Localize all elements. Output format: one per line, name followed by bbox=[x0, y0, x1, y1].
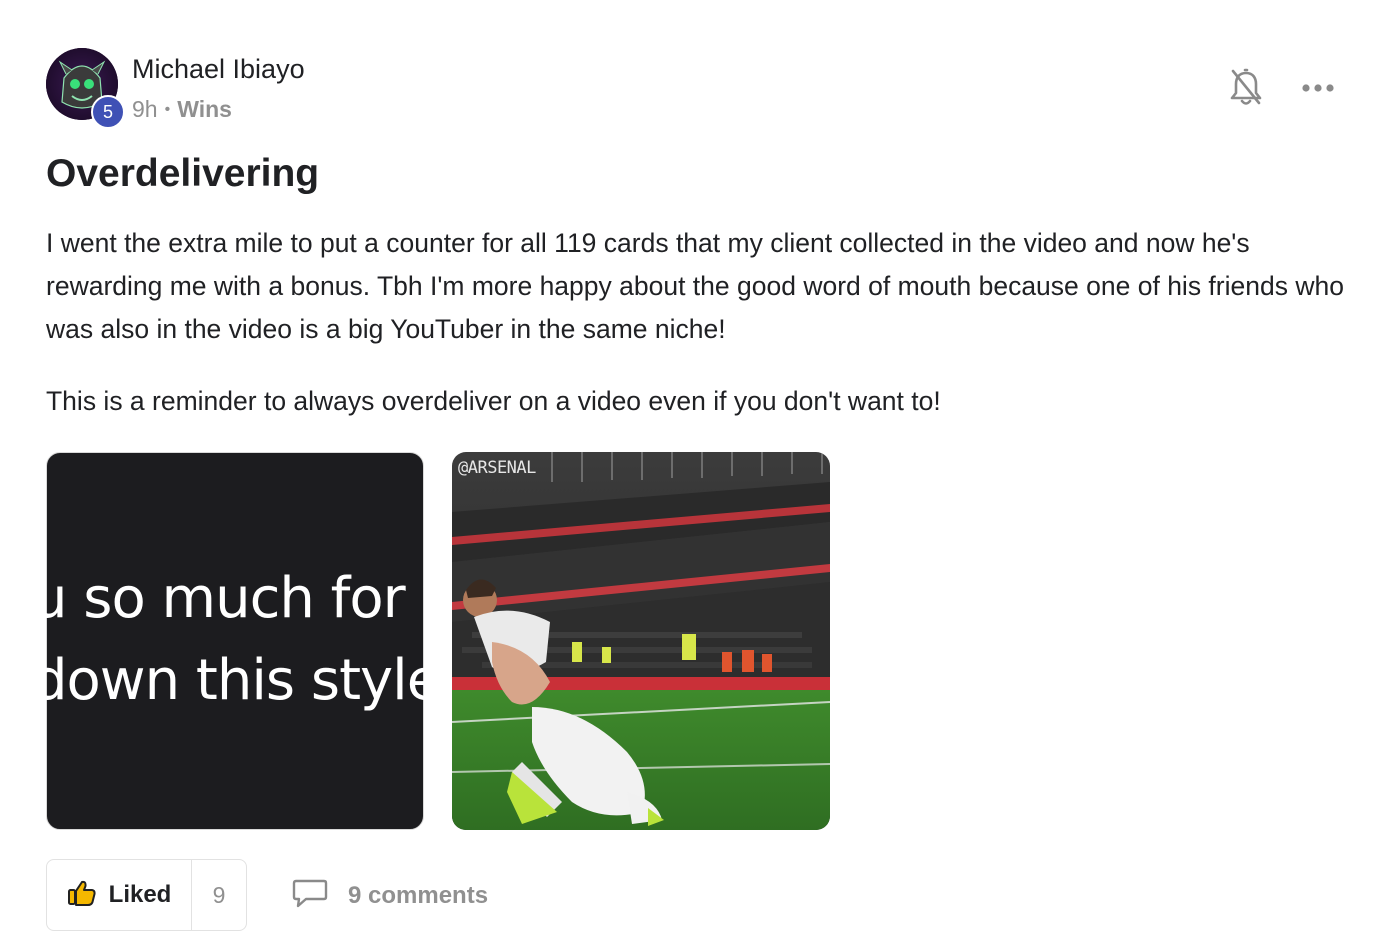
attachment-image-2[interactable]: @ARSENAL bbox=[452, 452, 830, 830]
post-body-paragraph-2: This is a reminder to always overdeliver… bbox=[46, 386, 941, 416]
author-name[interactable]: Michael Ibiayo bbox=[132, 54, 305, 85]
post-category[interactable]: Wins bbox=[177, 96, 232, 123]
bell-muted-icon[interactable] bbox=[1228, 68, 1264, 108]
meta-separator: • bbox=[164, 100, 171, 118]
post-meta: 9h • Wins bbox=[132, 96, 232, 123]
thumbs-up-icon bbox=[67, 879, 97, 912]
level-badge: 5 bbox=[91, 95, 125, 129]
comments-button[interactable]: 9 comments bbox=[292, 877, 488, 914]
more-options-icon[interactable] bbox=[1300, 78, 1336, 98]
post-time: 9h bbox=[132, 96, 158, 122]
comments-label: 9 comments bbox=[348, 881, 489, 909]
image-2-watermark: @ARSENAL bbox=[458, 458, 536, 478]
attachment-image-1[interactable] bbox=[46, 452, 424, 830]
post-card: 5 Michael Ibiayo 9h • Wins Overdeliverin… bbox=[0, 0, 1394, 950]
like-button[interactable]: Liked bbox=[47, 860, 192, 930]
post-body-paragraph-1: I went the extra mile to put a counter f… bbox=[46, 228, 1344, 344]
comment-bubble-icon bbox=[292, 877, 328, 914]
like-label: Liked bbox=[108, 881, 172, 908]
like-control: Liked 9 bbox=[46, 859, 247, 931]
post-title: Overdelivering bbox=[46, 152, 320, 195]
like-count[interactable]: 9 bbox=[192, 882, 246, 909]
